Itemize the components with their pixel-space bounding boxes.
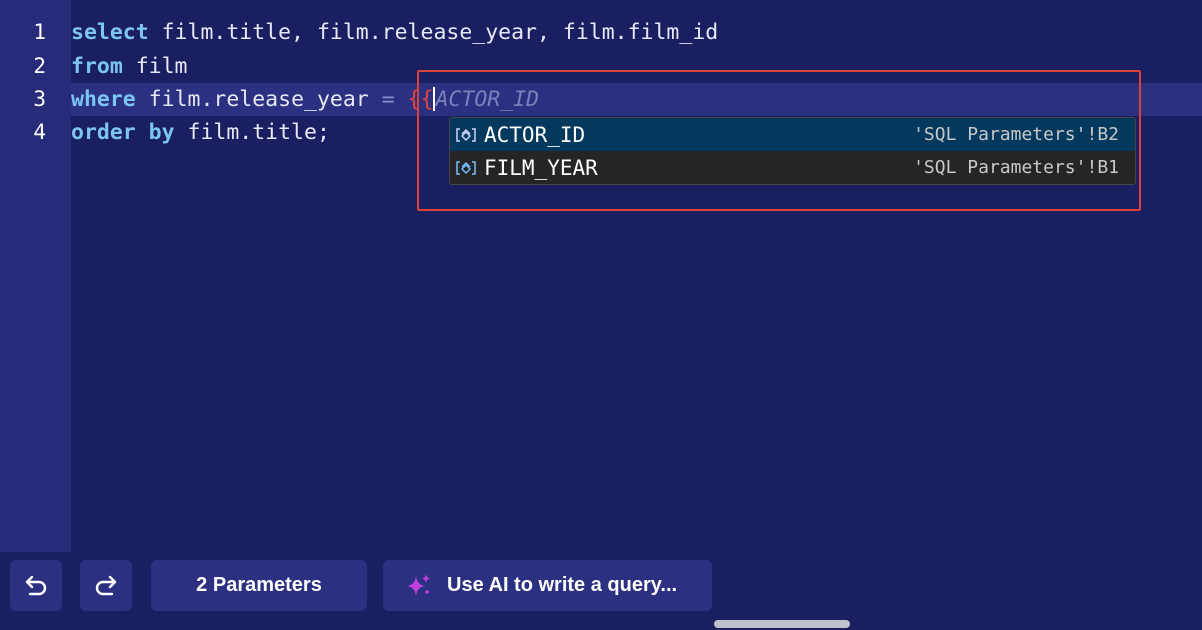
line-number: 1	[33, 20, 46, 44]
bottom-toolbar: 2 Parameters Use AI to write a query...	[0, 552, 1202, 630]
undo-button[interactable]	[10, 560, 62, 611]
redo-icon	[95, 575, 117, 595]
code-text: film.title;	[174, 120, 330, 145]
suggestion-label: FILM_YEAR	[484, 155, 598, 180]
keyword: order by	[71, 120, 175, 145]
line-number-gutter: 1 2 3 4	[0, 0, 71, 552]
parameters-button-label: 2 Parameters	[196, 574, 322, 596]
keyword: select	[71, 20, 149, 45]
variable-icon	[454, 158, 478, 178]
home-indicator	[714, 620, 850, 628]
line-number: 3	[33, 87, 46, 111]
ai-query-button-label: Use AI to write a query...	[447, 574, 678, 596]
code-text: film.title, film.release_year, film.film…	[148, 20, 719, 45]
redo-button[interactable]	[80, 560, 132, 611]
suggestion-detail: 'SQL Parameters'!B1	[913, 157, 1119, 178]
suggestion-label: ACTOR_ID	[484, 122, 586, 147]
code-line-1[interactable]: select film.title, film.release_year, fi…	[71, 16, 718, 49]
suggestion-item-actor-id[interactable]: ACTOR_ID 'SQL Parameters'!B2	[450, 118, 1135, 151]
sparkle-icon	[407, 573, 430, 596]
keyword: from	[71, 54, 123, 79]
autocomplete-suggestions: ACTOR_ID 'SQL Parameters'!B2 FILM_YEAR '…	[449, 117, 1136, 185]
operator: =	[381, 87, 395, 112]
line-number: 4	[33, 120, 46, 144]
ai-query-button[interactable]: Use AI to write a query...	[383, 560, 712, 611]
suggestion-item-film-year[interactable]: FILM_YEAR 'SQL Parameters'!B1	[450, 151, 1135, 184]
keyword: where	[71, 87, 136, 112]
code-line-2[interactable]: from film	[71, 50, 188, 83]
line-number: 2	[33, 54, 46, 78]
variable-icon	[454, 125, 478, 145]
undo-icon	[25, 575, 47, 595]
suggestion-detail: 'SQL Parameters'!B2	[913, 124, 1119, 145]
code-text: film.release_year	[135, 87, 382, 112]
code-line-4[interactable]: order by film.title;	[71, 116, 330, 149]
code-text: film	[122, 54, 188, 79]
parameters-button[interactable]: 2 Parameters	[151, 560, 367, 611]
